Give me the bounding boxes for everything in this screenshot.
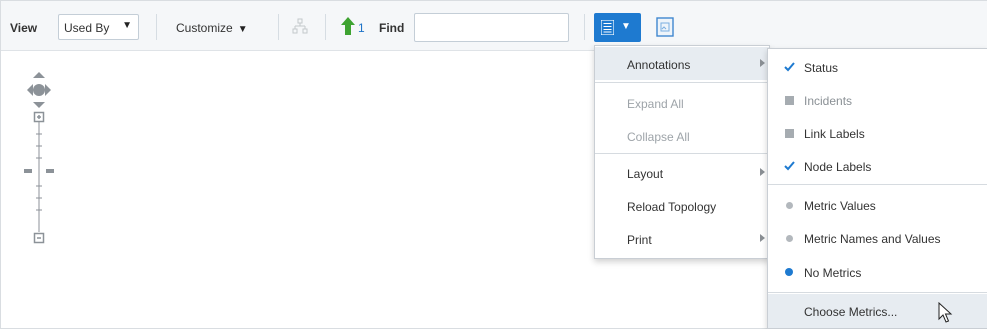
menu-item-annotations[interactable]: Annotations: [595, 47, 769, 80]
toolbar-divider: [325, 14, 326, 40]
square-indicator-icon: [785, 96, 794, 105]
menu-item-node-labels[interactable]: Node Labels: [768, 149, 987, 182]
up-level-count[interactable]: 1: [358, 21, 365, 35]
toolbar: View Used By ▼ Customize ▼ 1 Find ▼: [1, 1, 987, 51]
toolbar-divider: [278, 14, 279, 40]
square-indicator-icon: [785, 129, 794, 138]
view-label: View: [10, 21, 38, 35]
radio-off-icon: [786, 202, 793, 209]
view-options-menu-button[interactable]: ▼: [594, 13, 641, 42]
menu-divider: [768, 184, 987, 185]
menu-item-expand-all: Expand All: [627, 97, 684, 111]
customize-menu-button[interactable]: Customize ▼: [176, 21, 248, 35]
menu-item-choose-metrics[interactable]: Choose Metrics...: [768, 294, 987, 328]
menu-item-link-labels[interactable]: Link Labels: [768, 116, 987, 149]
menu-item-reload-topology[interactable]: Reload Topology: [595, 189, 769, 222]
view-select-value: Used By: [64, 21, 110, 35]
view-select[interactable]: Used By ▼: [58, 14, 139, 40]
submenu-arrow-icon: [760, 234, 765, 242]
find-label: Find: [379, 21, 405, 35]
menu-item-print[interactable]: Print: [595, 222, 769, 255]
menu-item-collapse-all: Collapse All: [627, 130, 690, 144]
menu-divider: [595, 82, 769, 83]
up-level-icon[interactable]: [341, 17, 355, 35]
export-image-icon[interactable]: [656, 17, 674, 37]
radio-on-icon: [785, 268, 793, 276]
checkmark-icon: [784, 62, 795, 72]
checkmark-icon: [784, 161, 795, 171]
menu-item-metric-values[interactable]: Metric Values: [768, 188, 987, 221]
chevron-down-icon: ▼: [237, 24, 248, 35]
menu-item-layout[interactable]: Layout: [595, 156, 769, 189]
find-input[interactable]: [414, 13, 569, 42]
annotations-submenu: Status Incidents Link Labels Node Labels…: [767, 48, 987, 329]
mouse-pointer-icon: [938, 302, 953, 323]
menu-divider: [768, 292, 987, 293]
menu-item-status[interactable]: Status: [768, 50, 987, 83]
customize-label: Customize: [176, 21, 233, 35]
toolbar-divider: [156, 14, 157, 40]
submenu-arrow-icon: [760, 59, 765, 67]
chevron-down-icon: ▼: [621, 21, 631, 32]
view-options-menu: Annotations Expand All Collapse All Layo…: [594, 45, 770, 259]
menu-item-metric-names-and-values[interactable]: Metric Names and Values: [768, 221, 987, 254]
menu-item-no-metrics[interactable]: No Metrics: [768, 255, 987, 288]
menu-divider: [595, 153, 769, 154]
pan-zoom-control-icon[interactable]: [24, 72, 54, 252]
chevron-down-icon: ▼: [122, 20, 132, 31]
submenu-arrow-icon: [760, 168, 765, 176]
hierarchy-icon[interactable]: [292, 18, 308, 34]
list-icon: [601, 20, 614, 35]
menu-item-incidents[interactable]: Incidents: [768, 83, 987, 116]
toolbar-divider: [584, 14, 585, 40]
radio-off-icon: [786, 235, 793, 242]
